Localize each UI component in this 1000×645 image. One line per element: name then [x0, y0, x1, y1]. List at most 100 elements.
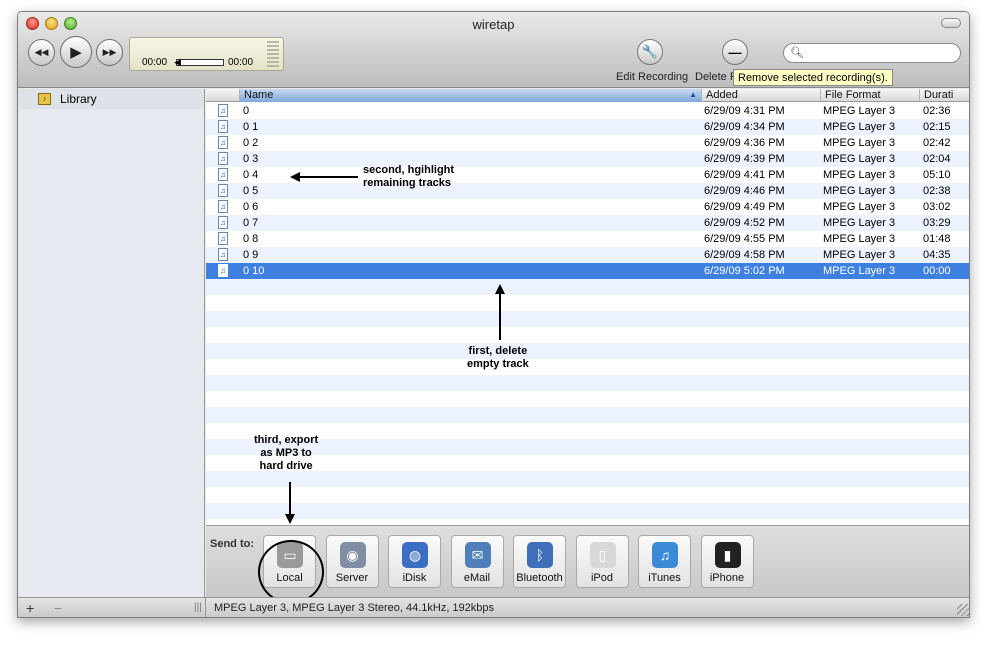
time-remaining: 00:00	[228, 57, 254, 68]
add-button[interactable]: +	[26, 600, 34, 616]
annotation-text: remaining tracks	[363, 177, 452, 189]
audio-file-icon: ♫	[218, 152, 228, 165]
send-to-server-button[interactable]: ◉ Server	[325, 535, 379, 588]
cell-format: MPEG Layer 3	[823, 169, 896, 181]
playback-display: 00:00 ◀ 00:00	[129, 37, 284, 71]
table-header: Name ▲ Added File Format Durati	[206, 89, 969, 102]
annotation-third: third, export as MP3 to hard drive	[254, 434, 318, 473]
edit-recording-button[interactable]: 🔧	[637, 39, 663, 65]
column-header-duration[interactable]: Durati	[919, 89, 969, 102]
status-text: MPEG Layer 3, MPEG Layer 3 Stereo, 44.1k…	[214, 602, 495, 614]
annotation-first: first, delete empty track	[467, 345, 529, 371]
annotation-text: as MP3 to	[260, 447, 312, 459]
send-to-bluetooth-button[interactable]: ᛒ Bluetooth	[513, 535, 566, 588]
play-icon: ▶	[70, 44, 82, 61]
status-bar: + − ||| MPEG Layer 3, MPEG Layer 3 Stere…	[18, 597, 969, 617]
audio-file-icon: ♫	[218, 200, 228, 213]
cell-duration: 01:48	[923, 233, 951, 245]
table-row[interactable]: ♫ 0 7 6/29/09 4:52 PM MPEG Layer 3 03:29	[206, 215, 969, 231]
edit-recording-label: Edit Recording	[616, 71, 689, 83]
cell-format: MPEG Layer 3	[823, 249, 896, 261]
cell-format: MPEG Layer 3	[823, 201, 896, 213]
search-icon: 🔍︎	[790, 47, 804, 59]
cell-name: 0 5	[243, 185, 259, 197]
window-resize-handle[interactable]	[957, 604, 969, 616]
toolbar-toggle-button[interactable]	[941, 18, 961, 28]
cell-added: 6/29/09 5:02 PM	[704, 265, 785, 277]
annotation-text: first, delete	[468, 345, 528, 357]
play-button[interactable]: ▶	[60, 36, 92, 68]
cell-name: 0 8	[243, 233, 259, 245]
cell-name: 0	[243, 105, 250, 117]
cell-added: 6/29/09 4:49 PM	[704, 201, 785, 213]
send-to-email-button[interactable]: ✉ eMail	[450, 535, 504, 588]
table-row[interactable]: ♫ 0 6/29/09 4:31 PM MPEG Layer 3 02:36	[206, 103, 969, 119]
sidebar: ♪ Library	[18, 89, 205, 597]
table-row[interactable]: ♫ 0 3 6/29/09 4:39 PM MPEG Layer 3 02:04	[206, 151, 969, 167]
send-to-ipod-button[interactable]: ▯ iPod	[575, 535, 629, 588]
cell-added: 6/29/09 4:31 PM	[704, 105, 785, 117]
search-field[interactable]: 🔍︎	[783, 43, 961, 63]
time-elapsed: 00:00	[142, 57, 168, 68]
rewind-button[interactable]: ◀◀	[28, 39, 55, 66]
column-header-name[interactable]: Name ▲	[239, 89, 701, 102]
audio-file-icon: ♫	[218, 248, 228, 261]
cell-name: 0 1	[243, 121, 259, 133]
mail-icon: ✉	[464, 542, 491, 568]
sidebar-item-library[interactable]: ♪ Library	[18, 89, 204, 109]
cell-duration: 02:15	[923, 121, 951, 133]
cell-format: MPEG Layer 3	[823, 185, 896, 197]
app-window: wiretap ◀◀ ▶ ▶▶ 00:00 ◀ 00:00 🔧 Edit Rec…	[17, 11, 970, 618]
table-row[interactable]: ♫ 0 8 6/29/09 4:55 PM MPEG Layer 3 01:48	[206, 231, 969, 247]
cell-added: 6/29/09 4:39 PM	[704, 153, 785, 165]
cell-added: 6/29/09 4:41 PM	[704, 169, 785, 181]
arrow-left-icon	[290, 172, 358, 182]
cell-duration: 02:38	[923, 185, 951, 197]
table-row[interactable]: ♫ 0 2 6/29/09 4:36 PM MPEG Layer 3 02:42	[206, 135, 969, 151]
audio-file-icon: ♫	[218, 168, 228, 181]
level-meter	[267, 41, 279, 67]
annotation-text: third, export	[254, 434, 319, 446]
cell-added: 6/29/09 4:52 PM	[704, 217, 785, 229]
delete-recording-button[interactable]: —	[722, 39, 748, 65]
sidebar-item-label: Library	[60, 92, 97, 106]
send-to-iphone-button[interactable]: ▮ iPhone	[700, 535, 754, 588]
table-row[interactable]: ♫ 0 9 6/29/09 4:58 PM MPEG Layer 3 04:35	[206, 247, 969, 263]
cell-duration: 05:10	[923, 169, 951, 181]
sidebar-resize-handle[interactable]: |||	[194, 602, 202, 613]
table-row[interactable]: ♫ 0 6 6/29/09 4:49 PM MPEG Layer 3 03:02	[206, 199, 969, 215]
cell-format: MPEG Layer 3	[823, 105, 896, 117]
cell-format: MPEG Layer 3	[823, 121, 896, 133]
fast-forward-button[interactable]: ▶▶	[96, 39, 123, 66]
bluetooth-icon: ᛒ	[527, 542, 553, 568]
playback-position-slider[interactable]	[176, 59, 224, 66]
iphone-icon: ▮	[714, 542, 741, 568]
annotation-text: second, hgihlight	[363, 164, 455, 176]
send-to-idisk-button[interactable]: ◍ iDisk	[388, 535, 441, 588]
send-to-itunes-button[interactable]: ♫ iTunes	[638, 535, 691, 588]
send-to-label-text: Bluetooth	[516, 572, 563, 584]
cell-added: 6/29/09 4:34 PM	[704, 121, 785, 133]
column-header-added[interactable]: Added	[701, 89, 820, 102]
minus-icon: —	[728, 44, 742, 60]
server-icon: ◉	[339, 542, 366, 568]
slider-knob-icon[interactable]: ◀	[174, 57, 181, 68]
sort-ascending-icon: ▲	[689, 90, 697, 99]
cell-name: 0 10	[243, 265, 265, 277]
table-row[interactable]: ♫ 0 1 6/29/09 4:34 PM MPEG Layer 3 02:15	[206, 119, 969, 135]
remove-button[interactable]: −	[54, 600, 62, 616]
cell-added: 6/29/09 4:58 PM	[704, 249, 785, 261]
table-row[interactable]: ♫ 0 10 6/29/09 5:02 PM MPEG Layer 3 00:00	[206, 263, 969, 279]
wrench-icon: 🔧	[641, 44, 659, 59]
cell-format: MPEG Layer 3	[823, 153, 896, 165]
cell-duration: 00:00	[923, 265, 951, 277]
cell-format: MPEG Layer 3	[823, 137, 896, 149]
idisk-icon: ◍	[402, 542, 428, 568]
column-header-format[interactable]: File Format	[820, 89, 919, 102]
cell-added: 6/29/09 4:36 PM	[704, 137, 785, 149]
table-row[interactable]: ♫ 0 5 6/29/09 4:46 PM MPEG Layer 3 02:38	[206, 183, 969, 199]
cell-name: 0 3	[243, 153, 259, 165]
send-to-label-text: iPod	[590, 572, 614, 584]
send-to-label-text: Server	[335, 572, 369, 584]
delete-recording-label: Delete R	[695, 71, 738, 83]
